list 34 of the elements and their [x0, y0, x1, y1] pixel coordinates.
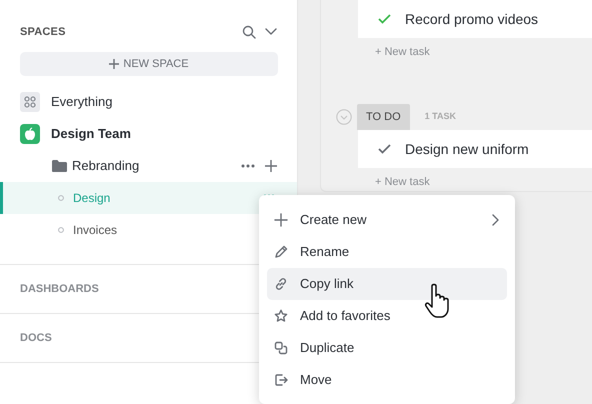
duplicate-icon [274, 341, 288, 355]
task-card[interactable]: Design new uniform [358, 130, 592, 168]
task-count: 1 TASK [424, 110, 456, 124]
space-avatar-icon [20, 124, 40, 144]
sidebar-item[interactable]: Everything [51, 92, 277, 112]
sidebar-title: SPACES [20, 24, 67, 40]
list-item[interactable]: Invoices [73, 221, 118, 239]
folder-name[interactable]: Rebranding [72, 156, 241, 176]
space-name[interactable]: Design Team [51, 124, 277, 144]
plus-icon [109, 59, 120, 69]
menu-item[interactable]: Move [267, 364, 507, 396]
menu-item[interactable]: Add to favorites [267, 300, 507, 332]
plus-icon [265, 160, 277, 172]
plus-icon [274, 213, 288, 227]
link-icon [274, 277, 288, 291]
search-icon [242, 25, 256, 39]
folder-icon [51, 159, 68, 173]
menu-item[interactable]: Rename [267, 236, 507, 268]
star-icon [274, 309, 288, 323]
chevron-down-icon [265, 28, 277, 36]
new-space-button[interactable]: NEW SPACE [20, 52, 278, 76]
menu-item[interactable]: Duplicate [267, 332, 507, 364]
hand-cursor-icon [424, 283, 452, 319]
list-dot-icon [58, 195, 64, 201]
pencil-icon [274, 245, 288, 259]
task-card[interactable]: Record promo videos [358, 0, 592, 38]
menu-item[interactable]: Create new [267, 204, 507, 236]
status-label: TO DO [357, 104, 410, 130]
list-dot-icon [58, 227, 64, 233]
more-icon [241, 164, 255, 168]
grid-icon [20, 92, 40, 112]
collapse-icon [336, 109, 352, 125]
move-icon [274, 373, 288, 387]
menu-item[interactable]: Copy link [267, 268, 507, 300]
